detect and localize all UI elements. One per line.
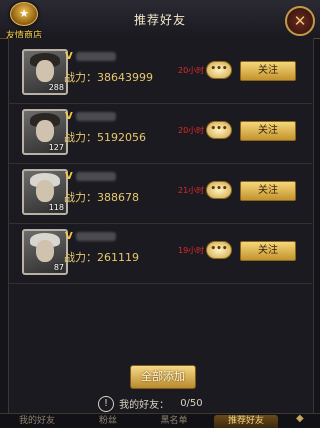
vip-icon: V <box>65 171 73 182</box>
player-name-blurred <box>76 232 116 241</box>
chat-bubble-icon[interactable]: ••• <box>206 241 232 259</box>
tab-3[interactable]: 推荐好友 <box>214 415 278 428</box>
top-bar: 推荐好友 <box>0 0 320 39</box>
friend-row: 127 V 战力：5192056 20小时 ••• 关注 <box>8 103 312 164</box>
avatar-face <box>36 60 54 82</box>
follow-button[interactable]: 关注 <box>240 181 296 201</box>
player-name-blurred <box>76 112 116 121</box>
avatar[interactable]: 118 <box>22 169 68 215</box>
friends-label: 我的好友： <box>119 400 170 411</box>
player-level: 288 <box>48 83 64 92</box>
chat-bubble-icon[interactable]: ••• <box>206 121 232 139</box>
player-name-blurred <box>76 52 116 61</box>
friend-row: 87 V 战力：261119 19小时 ••• 关注 <box>8 223 312 284</box>
add-all-button[interactable]: 全部添加 <box>130 365 196 389</box>
friend-row: 288 V 战力：38643999 20小时 ••• 关注 <box>8 43 312 104</box>
tab-0[interactable]: 我的好友 <box>6 415 68 428</box>
chat-bubble-icon[interactable]: ••• <box>206 181 232 199</box>
friendship-shop-button[interactable]: ★ 友情商店 <box>2 2 46 42</box>
tab-corner-ornament-icon: ◆ <box>296 413 304 424</box>
power-value: 战力：261119 <box>64 251 139 264</box>
avatar-face <box>36 240 54 262</box>
vip-icon: V <box>65 51 73 62</box>
last-online-time: 21小时 <box>178 186 205 195</box>
friends-summary: ! 我的好友： 0/50 <box>98 393 203 412</box>
vip-icon: V <box>65 231 73 242</box>
avatar[interactable]: 127 <box>22 109 68 155</box>
last-online-time: 19小时 <box>178 246 205 255</box>
follow-button[interactable]: 关注 <box>240 61 296 81</box>
shop-badge-icon: ★ <box>10 2 38 26</box>
tab-2[interactable]: 黑名单 <box>146 415 202 428</box>
friend-row: 118 V 战力：388678 21小时 ••• 关注 <box>8 163 312 224</box>
power-value: 战力：38643999 <box>64 71 153 84</box>
tab-bar: 我的好友 粉丝 黑名单 推荐好友 <box>0 413 320 428</box>
tab-1[interactable]: 粉丝 <box>84 415 132 428</box>
info-icon: ! <box>98 395 114 412</box>
window-title: 推荐好友 <box>133 13 186 27</box>
player-level: 127 <box>48 143 64 152</box>
follow-button[interactable]: 关注 <box>240 241 296 261</box>
player-level: 87 <box>53 263 64 272</box>
vip-icon: V <box>65 111 73 122</box>
friends-count: 0/50 <box>180 398 203 409</box>
close-button[interactable]: ✕ <box>285 6 315 36</box>
close-icon: ✕ <box>293 12 307 30</box>
avatar-face <box>36 120 54 142</box>
power-value: 战力：5192056 <box>64 131 146 144</box>
power-value: 战力：388678 <box>64 191 139 204</box>
avatar[interactable]: 87 <box>22 229 68 275</box>
last-online-time: 20小时 <box>178 66 205 75</box>
avatar-face <box>36 180 54 202</box>
avatar[interactable]: 288 <box>22 49 68 95</box>
player-level: 118 <box>48 203 64 212</box>
chat-bubble-icon[interactable]: ••• <box>206 61 232 79</box>
last-online-time: 20小时 <box>178 126 205 135</box>
player-name-blurred <box>76 172 116 181</box>
follow-button[interactable]: 关注 <box>240 121 296 141</box>
